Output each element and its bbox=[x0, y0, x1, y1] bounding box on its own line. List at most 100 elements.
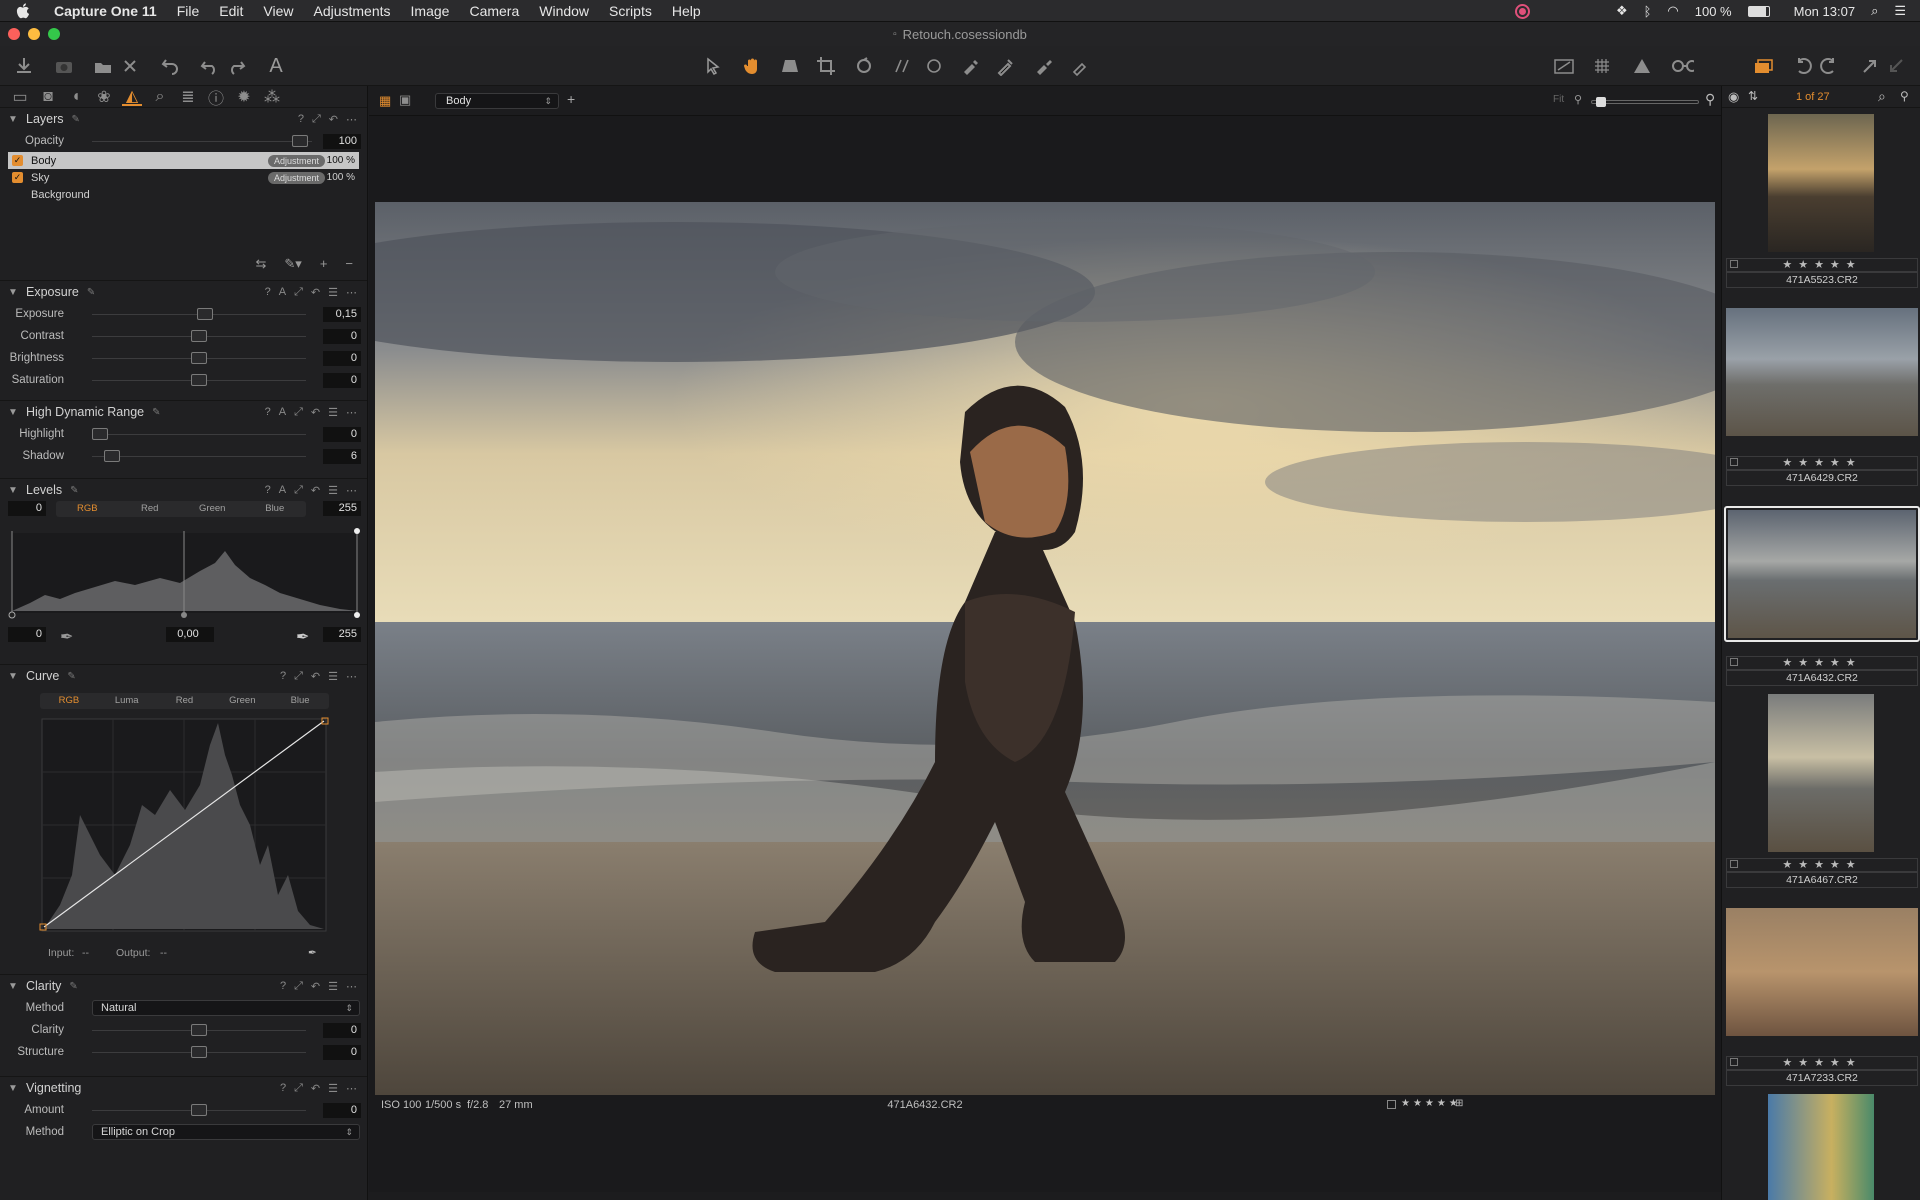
metadata-tab-icon[interactable]: ≣ bbox=[178, 88, 198, 106]
zoom-window-button[interactable] bbox=[48, 28, 60, 40]
reset-icon[interactable]: ↶ bbox=[311, 286, 320, 299]
auto-icon[interactable]: A bbox=[279, 286, 286, 299]
thumbnail-image[interactable] bbox=[1726, 908, 1918, 1036]
exposure-header[interactable]: ▼ Exposure ✎ ? A ⤢ ↶ ☰ ⋯ bbox=[0, 281, 367, 303]
pencil-icon[interactable]: ✎ bbox=[72, 114, 80, 125]
chevron-down-icon[interactable]: ▼ bbox=[8, 981, 18, 992]
pencil-icon[interactable]: ✎ bbox=[69, 981, 77, 992]
reset-icon[interactable]: ↶ bbox=[311, 1082, 320, 1095]
viewer-select-checkbox[interactable] bbox=[1387, 1100, 1396, 1109]
vignetting-method-select[interactable]: Elliptic on Crop ⇕ bbox=[92, 1124, 360, 1140]
clarity-method-select[interactable]: Natural ⇕ bbox=[92, 1000, 360, 1016]
crop-icon[interactable] bbox=[814, 54, 838, 78]
move-to-folder-icon[interactable] bbox=[92, 54, 116, 78]
help-icon[interactable]: ? bbox=[265, 484, 271, 497]
levels-tab-green[interactable]: Green bbox=[181, 501, 244, 517]
thumbnail-471a6429[interactable]: ★★★★★ 471A6429.CR2 bbox=[1726, 308, 1918, 504]
spotlight-icon[interactable]: ⌕ bbox=[1871, 3, 1878, 19]
menu-scripts[interactable]: Scripts bbox=[609, 3, 652, 19]
brush-icon[interactable] bbox=[958, 54, 982, 78]
thumbnail-stars[interactable]: ★★★★★ bbox=[1726, 858, 1918, 872]
proof-glasses-icon[interactable] bbox=[1670, 54, 1694, 78]
help-icon[interactable]: ? bbox=[280, 670, 286, 683]
vignetting-amount-slider[interactable] bbox=[92, 1103, 306, 1116]
eye-icon[interactable]: ◉ bbox=[1728, 89, 1739, 105]
exposure-tab-icon[interactable]: ◭ bbox=[122, 88, 142, 106]
clock[interactable]: Mon 13:07 bbox=[1794, 4, 1855, 19]
apply-arrow-icon[interactable] bbox=[1884, 54, 1908, 78]
levels-tab-rgb[interactable]: RGB bbox=[56, 501, 119, 517]
white-picker-icon[interactable]: ✒ bbox=[296, 627, 309, 647]
reset-icon[interactable] bbox=[158, 54, 182, 78]
single-view-icon[interactable]: ▣ bbox=[399, 92, 411, 108]
close-window-button[interactable] bbox=[8, 28, 20, 40]
remove-layer-icon[interactable]: − bbox=[345, 256, 353, 272]
search-icon[interactable]: ⌕ bbox=[1878, 88, 1886, 105]
copy-adjustments-stack-icon[interactable] bbox=[1752, 54, 1776, 78]
chevron-down-icon[interactable]: ▼ bbox=[8, 485, 18, 496]
saturation-slider[interactable] bbox=[92, 373, 306, 386]
record-icon[interactable] bbox=[1514, 3, 1530, 19]
layer-item-sky[interactable]: ✓ Sky Adjustment 100 % bbox=[8, 169, 359, 186]
add-layer-icon[interactable]: + bbox=[567, 91, 575, 107]
layer-item-background[interactable]: Background bbox=[8, 186, 359, 203]
menu-image[interactable]: Image bbox=[411, 3, 450, 19]
rotate-icon[interactable] bbox=[852, 54, 876, 78]
pencil-icon[interactable]: ✎ bbox=[67, 671, 75, 682]
shadow-slider[interactable] bbox=[92, 449, 306, 462]
levels-midpoint[interactable]: 0,00 bbox=[166, 627, 214, 642]
reset-icon[interactable]: ↶ bbox=[311, 670, 320, 683]
straighten-icon[interactable] bbox=[890, 54, 914, 78]
thumbnail-471a6467[interactable]: ★★★★★ 471A6467.CR2 bbox=[1726, 694, 1918, 890]
contrast-value[interactable]: 0 bbox=[323, 328, 361, 344]
highlight-slider-knob[interactable] bbox=[92, 427, 108, 440]
levels-tab-red[interactable]: Red bbox=[119, 501, 182, 517]
menu-edit[interactable]: Edit bbox=[219, 3, 243, 19]
curve-header[interactable]: ▼ Curve ✎ ? ⤢ ↶ ☰ ⋯ bbox=[0, 665, 367, 687]
menu-view[interactable]: View bbox=[263, 3, 293, 19]
saturation-value[interactable]: 0 bbox=[323, 372, 361, 388]
curve-tab-luma[interactable]: Luma bbox=[98, 693, 156, 709]
thumbnail-image[interactable] bbox=[1726, 308, 1918, 436]
notification-center-icon[interactable]: ☰ bbox=[1894, 3, 1906, 19]
add-layer-icon[interactable]: + bbox=[320, 256, 328, 272]
exposure-slider[interactable] bbox=[92, 307, 306, 320]
contrast-slider-knob[interactable] bbox=[191, 329, 207, 342]
highlight-value[interactable]: 0 bbox=[323, 426, 361, 442]
pencil-icon[interactable]: ✎ bbox=[70, 485, 78, 496]
zoom-slider-knob[interactable] bbox=[1596, 97, 1606, 107]
exposure-warning-icon[interactable] bbox=[1630, 54, 1654, 78]
expand-icon[interactable]: ⤢ bbox=[312, 113, 321, 126]
layer-brush-icon[interactable]: ✎▾ bbox=[284, 256, 301, 272]
undo-icon[interactable] bbox=[198, 54, 222, 78]
highlight-slider[interactable] bbox=[92, 427, 306, 440]
copy-arrow-icon[interactable] bbox=[1858, 54, 1882, 78]
layer-item-body[interactable]: ✓ Body Adjustment 100 % bbox=[8, 152, 359, 169]
more-icon[interactable]: ⋯ bbox=[346, 1082, 357, 1095]
more-icon[interactable]: ⋯ bbox=[346, 113, 357, 126]
user-icon[interactable]: ⚲ bbox=[1900, 89, 1909, 103]
expand-icon[interactable]: ⤢ bbox=[294, 484, 303, 497]
curve-picker-icon[interactable]: ✒ bbox=[308, 947, 317, 959]
more-icon[interactable]: ⋯ bbox=[346, 406, 357, 419]
auto-icon[interactable]: A bbox=[279, 484, 286, 497]
presets-icon[interactable]: ☰ bbox=[328, 406, 338, 419]
layer-options-icon[interactable]: ⇆ bbox=[255, 256, 266, 272]
levels-output-high[interactable]: 255 bbox=[323, 627, 361, 642]
reset-icon[interactable]: ↶ bbox=[311, 980, 320, 993]
info-tab-icon[interactable]: ⓘ bbox=[206, 88, 226, 108]
exposure-value[interactable]: 0,15 bbox=[323, 306, 361, 322]
black-picker-icon[interactable]: ✒ bbox=[60, 627, 73, 647]
thumbnail-image[interactable] bbox=[1728, 510, 1916, 638]
text-tool-icon[interactable]: A bbox=[264, 54, 288, 78]
redo-icon[interactable] bbox=[224, 54, 248, 78]
shadow-slider-knob[interactable] bbox=[104, 449, 120, 462]
curve-tab-red[interactable]: Red bbox=[156, 693, 214, 709]
chevron-down-icon[interactable]: ▼ bbox=[8, 407, 18, 418]
layer-select[interactable]: Body ⇕ bbox=[435, 93, 559, 109]
sort-icon[interactable]: ⇅ bbox=[1748, 89, 1758, 103]
batch-tab-icon[interactable]: ⁂ bbox=[262, 88, 282, 106]
clarity-slider[interactable] bbox=[92, 1023, 306, 1036]
select-cursor-icon[interactable] bbox=[702, 54, 726, 78]
more-icon[interactable]: ⋯ bbox=[346, 980, 357, 993]
